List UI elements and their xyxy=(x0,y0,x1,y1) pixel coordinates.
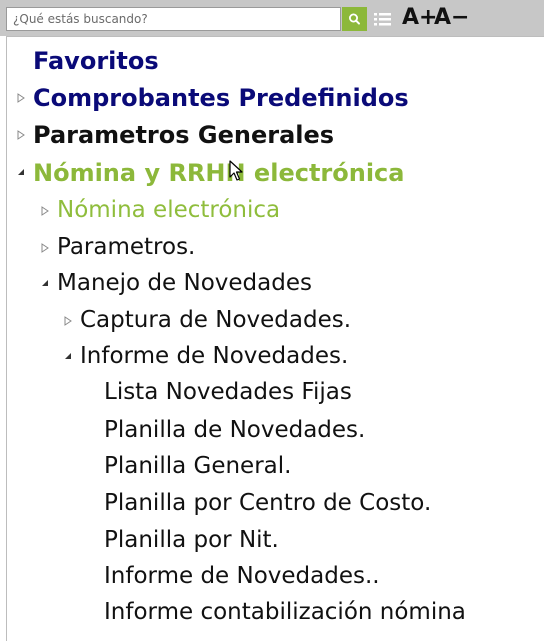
tree-item-label: Comprobantes Predefinidos xyxy=(33,84,409,112)
tree-item-label: Informe contabilización nómina xyxy=(104,599,466,625)
expand-arrow-icon[interactable] xyxy=(17,93,25,103)
expand-arrow-icon[interactable] xyxy=(41,206,49,216)
expand-arrow-icon[interactable] xyxy=(41,243,49,253)
tree-item-label: Parametros. xyxy=(57,234,196,260)
tree-item-label: Planilla por Centro de Costo. xyxy=(104,490,432,516)
collapse-arrow-icon[interactable] xyxy=(17,168,25,176)
tree-item-label: Favoritos xyxy=(33,47,159,75)
search-icon xyxy=(349,13,360,25)
increase-font-button[interactable]: A+ xyxy=(402,3,437,31)
search-button[interactable] xyxy=(342,7,367,31)
collapse-arrow-icon[interactable] xyxy=(64,352,72,360)
menu-tree: Favoritos Comprobantes Predefinidos Para… xyxy=(6,36,544,641)
list-icon xyxy=(374,13,391,26)
expand-arrow-icon[interactable] xyxy=(17,130,25,140)
tree-item-label: Nómina y RRHH electrónica xyxy=(33,159,405,187)
expand-arrow-icon[interactable] xyxy=(64,316,72,326)
tree-item-label: Informe de Novedades.. xyxy=(104,563,380,589)
mouse-pointer-icon xyxy=(229,160,243,181)
tree-item-label: Nómina electrónica xyxy=(57,197,281,223)
tree-item-label: Planilla por Nit. xyxy=(104,527,279,553)
tree-item-label: Lista Novedades Fijas xyxy=(104,379,352,405)
decrease-font-button[interactable]: A− xyxy=(434,3,469,31)
list-view-button[interactable] xyxy=(372,9,394,29)
collapse-arrow-icon[interactable] xyxy=(41,279,49,287)
tree-item-label: Manejo de Novedades xyxy=(57,270,312,296)
toolbar: A+ A− xyxy=(0,0,544,36)
tree-item-label: Planilla de Novedades. xyxy=(104,417,366,443)
tree-item-label: Parametros Generales xyxy=(33,121,335,149)
tree-item-label: Informe de Novedades. xyxy=(80,343,349,369)
tree-item-label: Planilla General. xyxy=(104,453,292,479)
tree-item-label: Captura de Novedades. xyxy=(80,307,352,333)
search-input[interactable] xyxy=(6,7,341,31)
